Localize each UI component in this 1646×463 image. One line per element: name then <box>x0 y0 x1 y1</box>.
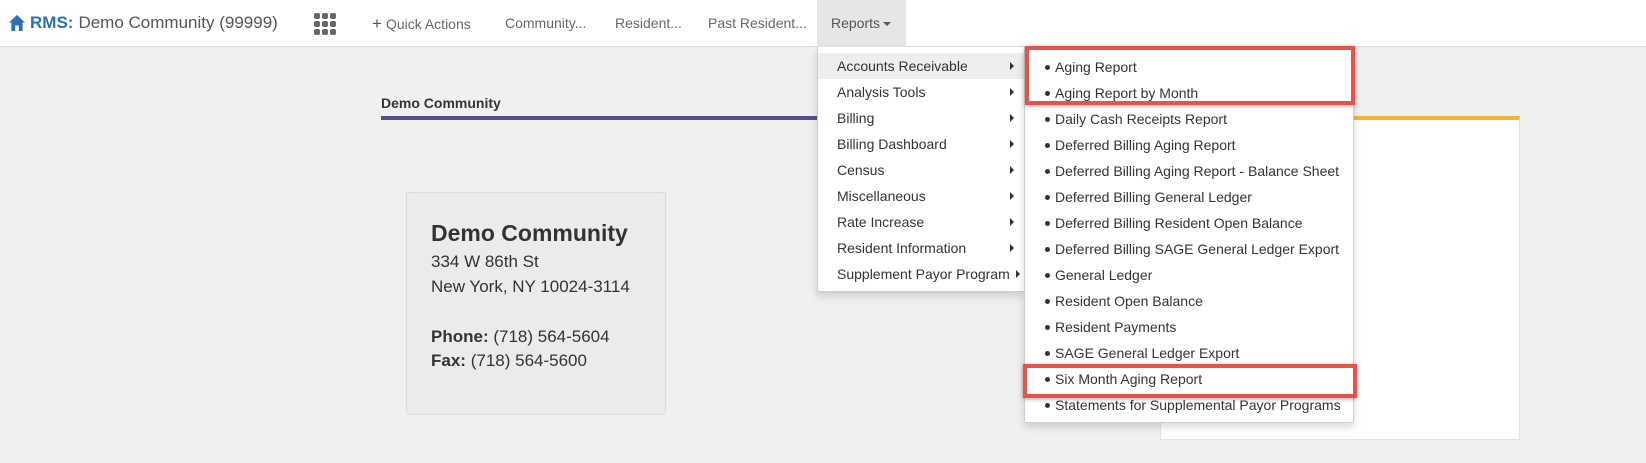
submenu-item-six-month-aging-report[interactable]: Six Month Aging Report <box>1045 366 1202 392</box>
brand[interactable]: RMS: Demo Community (99999) <box>8 11 278 35</box>
menu-item-billing[interactable]: Billing <box>818 105 1026 131</box>
menu-item-label: Analysis Tools <box>837 84 926 100</box>
submenu-item-resident-open-balance[interactable]: Resident Open Balance <box>1045 288 1203 314</box>
submenu-item-label: Deferred Billing Aging Report <box>1055 137 1236 153</box>
reports-dropdown: Accounts Receivable Analysis Tools Billi… <box>817 47 1026 292</box>
submenu-item-label: Deferred Billing SAGE General Ledger Exp… <box>1055 241 1340 257</box>
card-street: 334 W 86th St <box>431 252 539 271</box>
submenu-item-label: Statements for Supplemental Payor Progra… <box>1055 397 1341 413</box>
submenu-item-label: SAGE General Ledger Export <box>1055 345 1240 361</box>
menu-item-analysis-tools[interactable]: Analysis Tools <box>818 79 1026 105</box>
submenu-item-sage-general-ledger-export[interactable]: SAGE General Ledger Export <box>1045 340 1239 366</box>
caret-right-icon <box>1010 166 1014 174</box>
submenu-item-label: Daily Cash Receipts Report <box>1055 111 1227 127</box>
menu-item-label: Census <box>837 162 885 178</box>
phone-label: Phone: <box>431 327 489 346</box>
caret-right-icon <box>1010 140 1014 148</box>
card-phone: Phone: (718) 564-5604 <box>431 327 610 347</box>
menu-item-census[interactable]: Census <box>818 157 1026 183</box>
plus-icon: + <box>372 14 382 33</box>
menu-item-accounts-receivable[interactable]: Accounts Receivable <box>818 53 1026 79</box>
community-name: Demo Community (99999) <box>78 13 278 32</box>
fax-value: (718) 564-5600 <box>470 351 587 370</box>
home-icon <box>9 15 25 31</box>
menu-item-supplement-payor-program[interactable]: Supplement Payor Program <box>818 261 1026 287</box>
submenu-item-deferred-billing-sage-export[interactable]: Deferred Billing SAGE General Ledger Exp… <box>1045 236 1339 262</box>
caret-down-icon <box>883 22 892 27</box>
submenu-item-statements-supplemental-payor[interactable]: Statements for Supplemental Payor Progra… <box>1045 392 1341 418</box>
resident-link[interactable]: Resident... <box>615 0 682 47</box>
quick-actions-label: Quick Actions <box>385 16 471 32</box>
submenu-item-daily-cash-receipts[interactable]: Daily Cash Receipts Report <box>1045 106 1227 132</box>
menu-item-label: Supplement Payor Program <box>837 266 1010 282</box>
submenu-item-label: Resident Payments <box>1055 319 1177 335</box>
section-divider <box>381 116 821 120</box>
community-card: Demo Community 334 W 86th St New York, N… <box>406 192 666 415</box>
menu-item-label: Accounts Receivable <box>837 58 968 74</box>
submenu-item-deferred-billing-general-ledger[interactable]: Deferred Billing General Ledger <box>1045 184 1252 210</box>
phone-value: (718) 564-5604 <box>493 327 610 346</box>
section-title: Demo Community <box>381 95 501 111</box>
submenu-item-label: General Ledger <box>1055 267 1153 283</box>
submenu-item-resident-payments[interactable]: Resident Payments <box>1045 314 1176 340</box>
top-nav: RMS: Demo Community (99999) + Quick Actio… <box>0 0 1646 47</box>
submenu-item-deferred-billing-aging-balance-sheet[interactable]: Deferred Billing Aging Report - Balance … <box>1045 158 1339 184</box>
community-link[interactable]: Community... <box>505 0 586 47</box>
reports-label: Reports <box>831 15 881 31</box>
menu-item-resident-information[interactable]: Resident Information <box>818 235 1026 261</box>
caret-right-icon <box>1010 88 1014 96</box>
menu-item-miscellaneous[interactable]: Miscellaneous <box>818 183 1026 209</box>
submenu-item-aging-report[interactable]: Aging Report <box>1045 54 1137 80</box>
menu-item-label: Rate Increase <box>837 214 925 230</box>
caret-right-icon <box>1010 114 1014 122</box>
menu-item-label: Resident Information <box>837 240 967 256</box>
submenu-item-deferred-billing-resident-open-balance[interactable]: Deferred Billing Resident Open Balance <box>1045 210 1302 236</box>
caret-right-icon <box>1010 218 1014 226</box>
menu-item-label: Miscellaneous <box>837 188 926 204</box>
caret-right-icon <box>1010 192 1014 200</box>
caret-right-icon <box>1010 244 1014 252</box>
card-fax: Fax: (718) 564-5600 <box>431 351 587 371</box>
menu-item-rate-increase[interactable]: Rate Increase <box>818 209 1026 235</box>
submenu-item-aging-report-by-month[interactable]: Aging Report by Month <box>1045 80 1198 106</box>
menu-item-billing-dashboard[interactable]: Billing Dashboard <box>818 131 1026 157</box>
caret-right-icon <box>1010 62 1014 70</box>
submenu-item-label: Deferred Billing Aging Report - Balance … <box>1055 163 1340 179</box>
past-resident-link[interactable]: Past Resident... <box>708 0 807 47</box>
submenu-item-label: Six Month Aging Report <box>1055 371 1203 387</box>
submenu-item-label: Deferred Billing Resident Open Balance <box>1055 215 1303 231</box>
brand-prefix: RMS: <box>30 13 74 32</box>
submenu-item-general-ledger[interactable]: General Ledger <box>1045 262 1152 288</box>
quick-actions-link[interactable]: + Quick Actions <box>372 0 471 47</box>
accounts-receivable-submenu: Aging Report Aging Report by Month Daily… <box>1024 49 1354 423</box>
submenu-item-label: Aging Report <box>1055 59 1137 75</box>
grid-icon[interactable] <box>314 13 336 35</box>
caret-right-icon <box>1016 270 1020 278</box>
card-title: Demo Community <box>431 220 628 246</box>
submenu-item-label: Resident Open Balance <box>1055 293 1203 309</box>
menu-item-label: Billing Dashboard <box>837 136 947 152</box>
menu-item-label: Billing <box>837 110 875 126</box>
submenu-item-deferred-billing-aging[interactable]: Deferred Billing Aging Report <box>1045 132 1236 158</box>
fax-label: Fax: <box>431 351 466 370</box>
submenu-item-label: Aging Report by Month <box>1055 85 1199 101</box>
card-city: New York, NY 10024-3114 <box>431 277 630 296</box>
submenu-item-label: Deferred Billing General Ledger <box>1055 189 1252 205</box>
reports-menu-button[interactable]: Reports <box>817 0 906 47</box>
